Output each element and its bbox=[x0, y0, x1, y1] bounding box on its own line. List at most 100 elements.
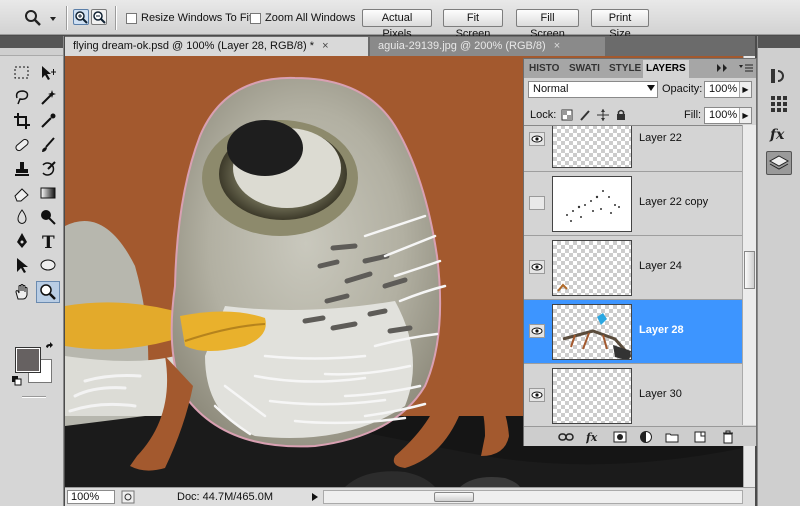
move-tool[interactable] bbox=[36, 62, 60, 84]
layers-icon bbox=[769, 155, 789, 170]
layer-thumbnail bbox=[552, 126, 632, 168]
layer-row-layer-24[interactable]: Layer 24 bbox=[524, 236, 742, 300]
drop-icon bbox=[17, 209, 27, 224]
adjustment-layer-button[interactable] bbox=[638, 429, 654, 444]
visibility-toggle[interactable] bbox=[529, 260, 545, 274]
blend-mode-select[interactable]: Normal bbox=[528, 81, 658, 98]
lock-pixels-icon[interactable] bbox=[578, 108, 592, 122]
adjustment-icon bbox=[640, 430, 652, 443]
tab-flying-dream[interactable]: flying dream-ok.psd @ 100% (Layer 28, RG… bbox=[65, 37, 368, 56]
opacity-arrow-icon[interactable]: ▶ bbox=[739, 82, 751, 97]
layer-row-layer-30[interactable]: Layer 30 bbox=[524, 364, 742, 425]
layer-style-button[interactable]: fx bbox=[586, 429, 602, 444]
close-icon[interactable]: × bbox=[322, 40, 328, 52]
pen-icon bbox=[17, 233, 27, 248]
dodge-tool[interactable] bbox=[36, 206, 60, 228]
gradient-icon bbox=[40, 187, 56, 199]
visibility-toggle[interactable] bbox=[529, 132, 545, 146]
history-brush-icon bbox=[42, 161, 56, 176]
magic-wand-icon bbox=[41, 90, 56, 105]
type-tool[interactable]: T bbox=[36, 230, 60, 252]
eyedropper-icon bbox=[41, 113, 56, 128]
actual-pixels-button[interactable]: Actual Pixels bbox=[362, 9, 432, 40]
checkbox-box[interactable] bbox=[250, 12, 261, 24]
lock-position-icon[interactable] bbox=[596, 108, 610, 122]
visibility-toggle[interactable] bbox=[529, 196, 545, 210]
bandage-icon bbox=[15, 138, 29, 152]
marquee-tool[interactable] bbox=[10, 62, 34, 84]
dock-grip[interactable] bbox=[758, 36, 800, 48]
swap-colors-icon[interactable] bbox=[44, 342, 56, 357]
pen-tool[interactable] bbox=[10, 230, 34, 252]
eyedropper-tool[interactable] bbox=[36, 110, 60, 132]
fill-field[interactable]: 100% ▶ bbox=[704, 107, 752, 124]
brush-tool[interactable] bbox=[36, 134, 60, 156]
zoom-out-icon bbox=[93, 11, 106, 24]
healing-brush-tool[interactable] bbox=[10, 134, 34, 156]
tab-swatches[interactable]: SWATI bbox=[566, 60, 603, 78]
layer-row-layer-22[interactable]: Layer 22 bbox=[524, 126, 742, 172]
new-layer-button[interactable] bbox=[692, 429, 708, 444]
canvas-horizontal-scrollbar[interactable] bbox=[323, 490, 743, 504]
delete-layer-button[interactable] bbox=[720, 429, 736, 444]
foreground-color-swatch[interactable] bbox=[15, 347, 41, 373]
opacity-field[interactable]: 100% ▶ bbox=[704, 81, 752, 98]
tab-history[interactable]: HISTO bbox=[526, 60, 562, 78]
fill-screen-button[interactable]: Fill Screen bbox=[516, 9, 579, 40]
type-icon: T bbox=[42, 233, 55, 250]
magic-wand-tool[interactable] bbox=[36, 86, 60, 108]
blur-tool[interactable] bbox=[10, 206, 34, 228]
fill-arrow-icon[interactable]: ▶ bbox=[739, 108, 751, 123]
tab-layers[interactable]: LAYERS bbox=[643, 60, 689, 78]
zoom-all-windows-label: Zoom All Windows bbox=[265, 12, 356, 24]
layer-row-layer-28[interactable]: Layer 28 bbox=[524, 300, 742, 364]
add-mask-button[interactable] bbox=[612, 429, 628, 444]
zoom-in-button[interactable] bbox=[73, 9, 89, 25]
toolbox-header[interactable] bbox=[0, 48, 63, 56]
visibility-toggle[interactable] bbox=[529, 388, 545, 402]
visibility-toggle[interactable] bbox=[529, 324, 545, 338]
history-brush-tool[interactable] bbox=[36, 158, 60, 180]
layers-scrollbar[interactable] bbox=[742, 125, 756, 425]
eraser-tool[interactable] bbox=[10, 182, 34, 204]
clone-stamp-tool[interactable] bbox=[10, 158, 34, 180]
zoom-out-button[interactable] bbox=[91, 9, 107, 25]
zoom-level-field[interactable]: 100% bbox=[67, 490, 115, 504]
lasso-tool[interactable] bbox=[10, 86, 34, 108]
new-group-button[interactable] bbox=[664, 429, 680, 444]
horizontal-scroll-thumb[interactable] bbox=[434, 492, 474, 502]
lock-transparency-icon[interactable] bbox=[560, 108, 574, 122]
styles-panel-button[interactable]: fx bbox=[766, 122, 792, 146]
zoom-tool[interactable] bbox=[36, 281, 60, 303]
status-info-icon[interactable] bbox=[121, 490, 135, 506]
link-layers-button[interactable] bbox=[558, 429, 574, 444]
eye-icon bbox=[531, 135, 543, 143]
tool-preset-picker[interactable] bbox=[20, 7, 60, 29]
default-colors-icon[interactable] bbox=[12, 376, 22, 389]
gradient-tool[interactable] bbox=[36, 182, 60, 204]
resize-windows-checkbox[interactable]: Resize Windows To Fit bbox=[126, 11, 252, 25]
layers-panel-button[interactable] bbox=[766, 151, 792, 175]
tab-styles[interactable]: STYLE bbox=[606, 60, 644, 78]
shape-tool[interactable] bbox=[36, 254, 60, 276]
print-size-button[interactable]: Print Size bbox=[591, 9, 649, 40]
fit-screen-button[interactable]: Fit Screen bbox=[443, 9, 503, 40]
crop-tool[interactable] bbox=[10, 110, 34, 132]
path-selection-tool[interactable] bbox=[10, 254, 34, 276]
panel-collapse-icon[interactable] bbox=[716, 63, 730, 76]
panel-menu-icon[interactable] bbox=[738, 62, 754, 77]
tab-aguia[interactable]: aguia-29139.jpg @ 200% (RGB/8) × bbox=[370, 37, 605, 56]
history-panel-button[interactable] bbox=[766, 64, 792, 88]
swatches-panel-button[interactable] bbox=[766, 92, 792, 116]
status-menu-arrow-icon[interactable] bbox=[311, 492, 319, 505]
hand-tool[interactable] bbox=[10, 281, 34, 303]
layer-row-layer-22-copy[interactable]: Layer 22 copy bbox=[524, 172, 742, 236]
zoom-all-windows-checkbox[interactable]: Zoom All Windows bbox=[250, 11, 355, 25]
layer-thumbnail bbox=[552, 304, 632, 360]
toolbox-grip[interactable] bbox=[0, 36, 63, 48]
close-icon[interactable]: × bbox=[554, 40, 560, 52]
layer-thumbnail bbox=[552, 240, 632, 296]
checkbox-box[interactable] bbox=[126, 12, 137, 24]
lock-all-icon[interactable] bbox=[614, 108, 628, 122]
layers-scroll-thumb[interactable] bbox=[744, 251, 755, 289]
